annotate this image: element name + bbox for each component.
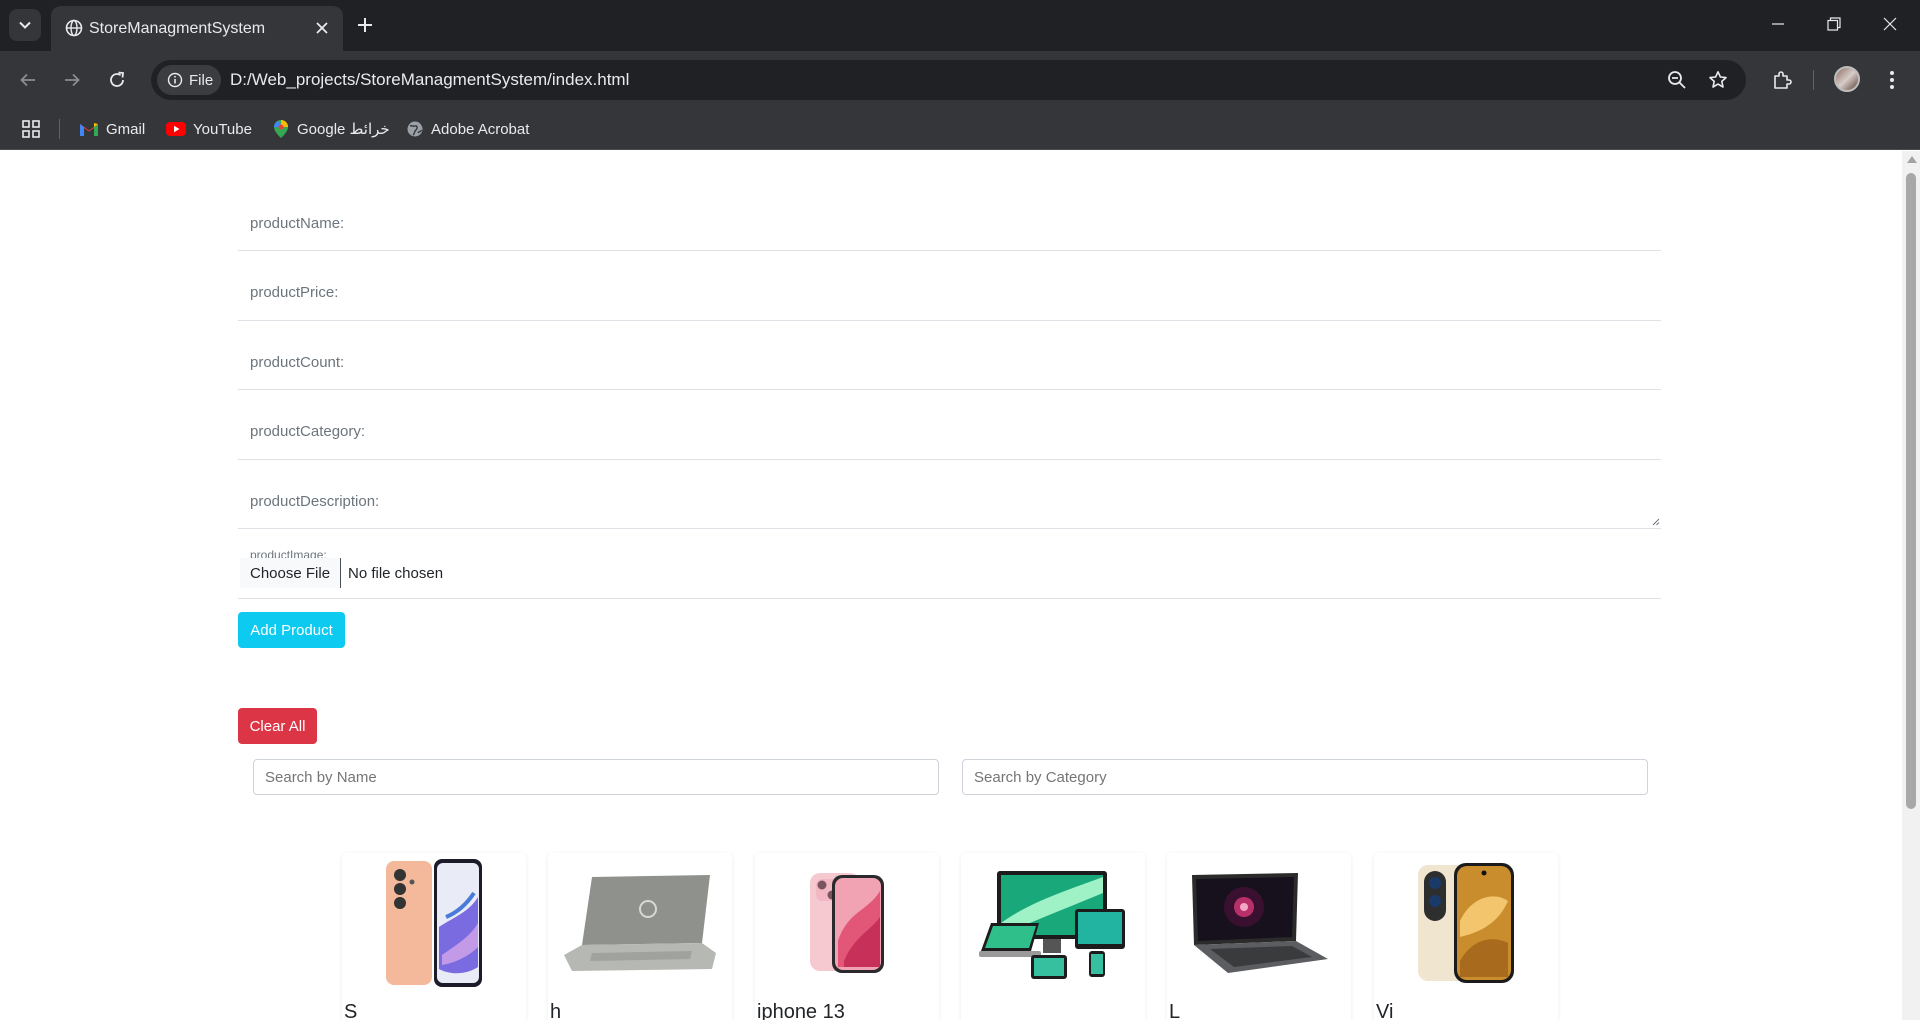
minimize-icon xyxy=(1772,23,1784,25)
product-name: S xyxy=(344,1001,358,1020)
bookmark-label: Adobe Acrobat xyxy=(431,120,530,138)
device-set-image xyxy=(979,871,1125,979)
apps-button[interactable] xyxy=(21,117,41,141)
bookmark-label: Gmail xyxy=(106,120,146,138)
minimize-button[interactable] xyxy=(1750,0,1806,48)
gaming-laptop-image xyxy=(1192,873,1328,973)
add-product-button[interactable]: Add Product xyxy=(238,612,345,648)
restore-icon xyxy=(1827,17,1841,31)
bookmark-label: YouTube xyxy=(193,120,252,138)
profile-avatar[interactable] xyxy=(1834,66,1860,92)
bookmarks-divider xyxy=(59,119,60,139)
tab-active[interactable]: StoreManagmentSystem xyxy=(51,6,343,51)
product-name-label: productName: xyxy=(250,215,345,232)
product-count-input[interactable]: productCount: xyxy=(238,337,1661,390)
product-image xyxy=(755,853,939,993)
browser-toolbar: File D:/Web_projects/StoreManagmentSyste… xyxy=(0,51,1920,108)
pink-iphone-image xyxy=(810,873,884,973)
resize-handle-icon[interactable] xyxy=(1651,517,1660,526)
product-price-input[interactable]: productPrice: xyxy=(238,267,1661,321)
tab-title: StoreManagmentSystem xyxy=(89,20,266,37)
zoom-button[interactable] xyxy=(1665,68,1689,92)
bookmark-star-button[interactable] xyxy=(1706,68,1730,92)
product-card: L xyxy=(1167,853,1351,1020)
product-name: h xyxy=(550,1001,562,1020)
product-name-input[interactable]: productName: xyxy=(238,198,1661,251)
choose-file-button[interactable]: Choose File xyxy=(240,558,342,588)
puzzle-icon xyxy=(1774,71,1792,89)
product-card xyxy=(961,853,1145,1020)
bookmark-youtube[interactable]: YouTube xyxy=(166,117,252,141)
arrow-left-icon xyxy=(20,73,35,87)
product-price-label: productPrice: xyxy=(250,284,339,301)
info-icon xyxy=(167,72,183,88)
close-icon xyxy=(316,22,328,34)
product-card: h xyxy=(548,853,732,1020)
star-icon xyxy=(1709,71,1727,88)
chrome-menu-button[interactable] xyxy=(1877,65,1907,95)
search-by-name-input[interactable] xyxy=(253,759,939,795)
clear-all-button[interactable]: Clear All xyxy=(238,708,317,744)
zoom-out-icon xyxy=(1668,71,1686,89)
new-tab-button[interactable] xyxy=(352,12,378,38)
url-text[interactable]: D:/Web_projects/StoreManagmentSystem/ind… xyxy=(230,70,629,90)
toolbar-divider xyxy=(1813,70,1814,90)
gold-smartphone-image xyxy=(1418,863,1514,983)
tab-search-button[interactable] xyxy=(9,9,41,41)
tab-close-button[interactable] xyxy=(311,17,333,39)
site-info-chip[interactable]: File xyxy=(157,65,221,95)
address-bar[interactable]: File D:/Web_projects/StoreManagmentSyste… xyxy=(151,60,1746,100)
kebab-menu-icon xyxy=(1890,71,1894,89)
page-scrollbar[interactable] xyxy=(1902,151,1920,1020)
reload-button[interactable] xyxy=(102,65,132,95)
product-name: iphone 13 xyxy=(757,1001,845,1020)
scrollbar-thumb[interactable] xyxy=(1906,173,1916,809)
product-image xyxy=(1167,853,1351,993)
product-image xyxy=(342,853,526,993)
site-info-label: File xyxy=(189,71,214,89)
close-icon xyxy=(1883,17,1897,31)
back-button[interactable] xyxy=(13,65,43,95)
bookmarks-bar: Gmail YouTube Google خرائط Adobe Acrobat xyxy=(0,108,1920,150)
product-category-input[interactable]: productCategory: xyxy=(238,406,1661,460)
arrow-right-icon xyxy=(65,73,80,87)
forward-button[interactable] xyxy=(57,65,87,95)
extensions-button[interactable] xyxy=(1767,65,1797,95)
product-count-label: productCount: xyxy=(250,354,345,371)
product-image xyxy=(961,853,1145,993)
silver-laptop-image xyxy=(564,875,716,971)
plus-icon xyxy=(358,18,372,32)
chevron-down-icon xyxy=(19,21,31,29)
google-maps-icon xyxy=(274,120,288,138)
reload-icon xyxy=(110,71,124,87)
apps-grid-icon xyxy=(22,120,40,138)
product-name: Vi xyxy=(1376,1001,1394,1020)
product-card: Vi xyxy=(1374,853,1558,1020)
search-by-category-input[interactable] xyxy=(962,759,1648,795)
page-viewport: productName: productPrice: productCount:… xyxy=(0,151,1902,1020)
restore-button[interactable] xyxy=(1806,0,1862,48)
file-status-text: No file chosen xyxy=(348,565,444,582)
bookmark-google-maps[interactable]: Google خرائط xyxy=(272,117,390,141)
close-window-button[interactable] xyxy=(1862,0,1918,48)
orange-smartphone-image xyxy=(386,859,482,987)
bookmark-adobe-acrobat[interactable]: Adobe Acrobat xyxy=(406,117,529,141)
bookmark-gmail[interactable]: Gmail xyxy=(79,117,145,141)
product-name: L xyxy=(1169,1001,1181,1020)
product-card: S xyxy=(342,853,526,1020)
product-description-textarea[interactable]: productDescription: xyxy=(238,476,1661,529)
product-category-label: productCategory: xyxy=(250,423,366,440)
product-image xyxy=(548,853,732,993)
product-image xyxy=(1374,853,1558,993)
globe-icon xyxy=(65,19,83,37)
gmail-icon xyxy=(80,123,98,136)
globe-icon xyxy=(407,121,423,137)
product-image-input[interactable]: productImage: Choose File No file chosen xyxy=(238,546,1661,599)
tab-strip: StoreManagmentSystem xyxy=(0,0,1920,51)
youtube-icon xyxy=(166,122,186,136)
product-description-label: productDescription: xyxy=(250,493,380,510)
product-card: iphone 13 xyxy=(755,853,939,1020)
scroll-up-arrow-icon[interactable] xyxy=(1907,156,1917,163)
bookmark-label: Google خرائط xyxy=(297,121,390,138)
